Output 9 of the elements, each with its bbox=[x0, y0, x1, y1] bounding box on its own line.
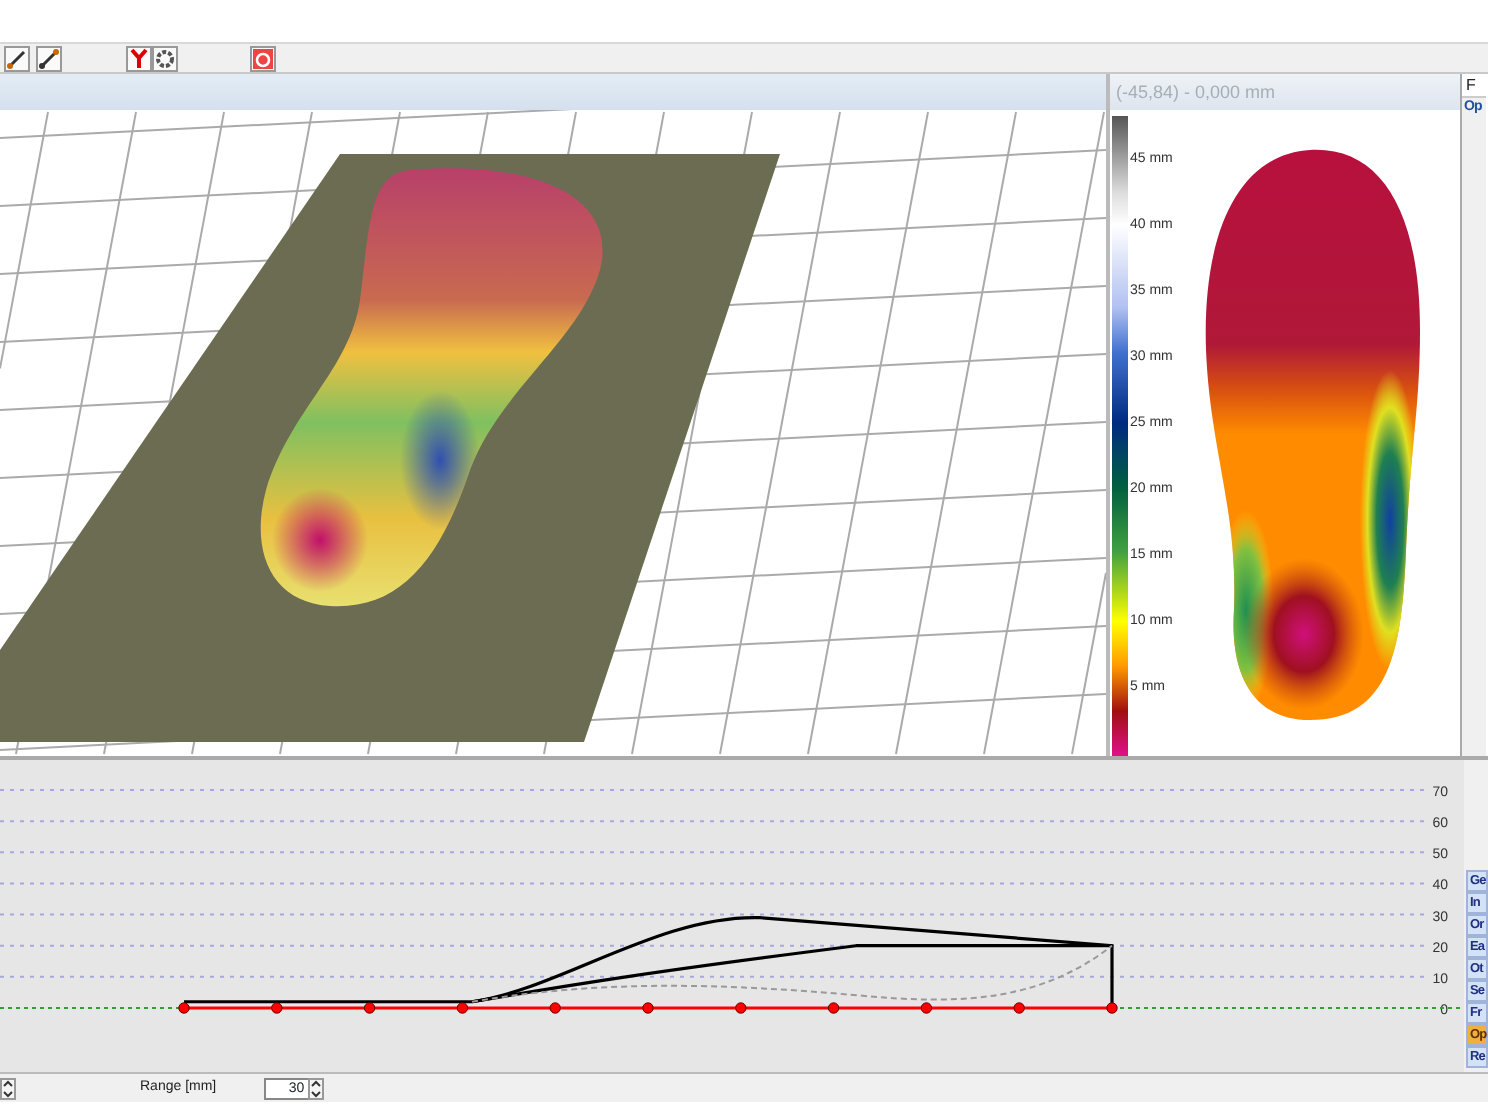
handle-tool-icon[interactable] bbox=[35, 46, 61, 72]
spinner-arrows-icon[interactable] bbox=[0, 1077, 16, 1099]
spinner-arrows-icon[interactable] bbox=[308, 1077, 325, 1099]
fork-icon[interactable] bbox=[125, 46, 151, 72]
panel-tab[interactable]: F bbox=[1462, 74, 1486, 98]
range-label: (-45,84) - 0,000 mm bbox=[1110, 74, 1460, 110]
handle-tool-icon[interactable] bbox=[4, 46, 31, 72]
power-icon[interactable] bbox=[249, 46, 275, 72]
gear-icon[interactable] bbox=[151, 46, 177, 72]
